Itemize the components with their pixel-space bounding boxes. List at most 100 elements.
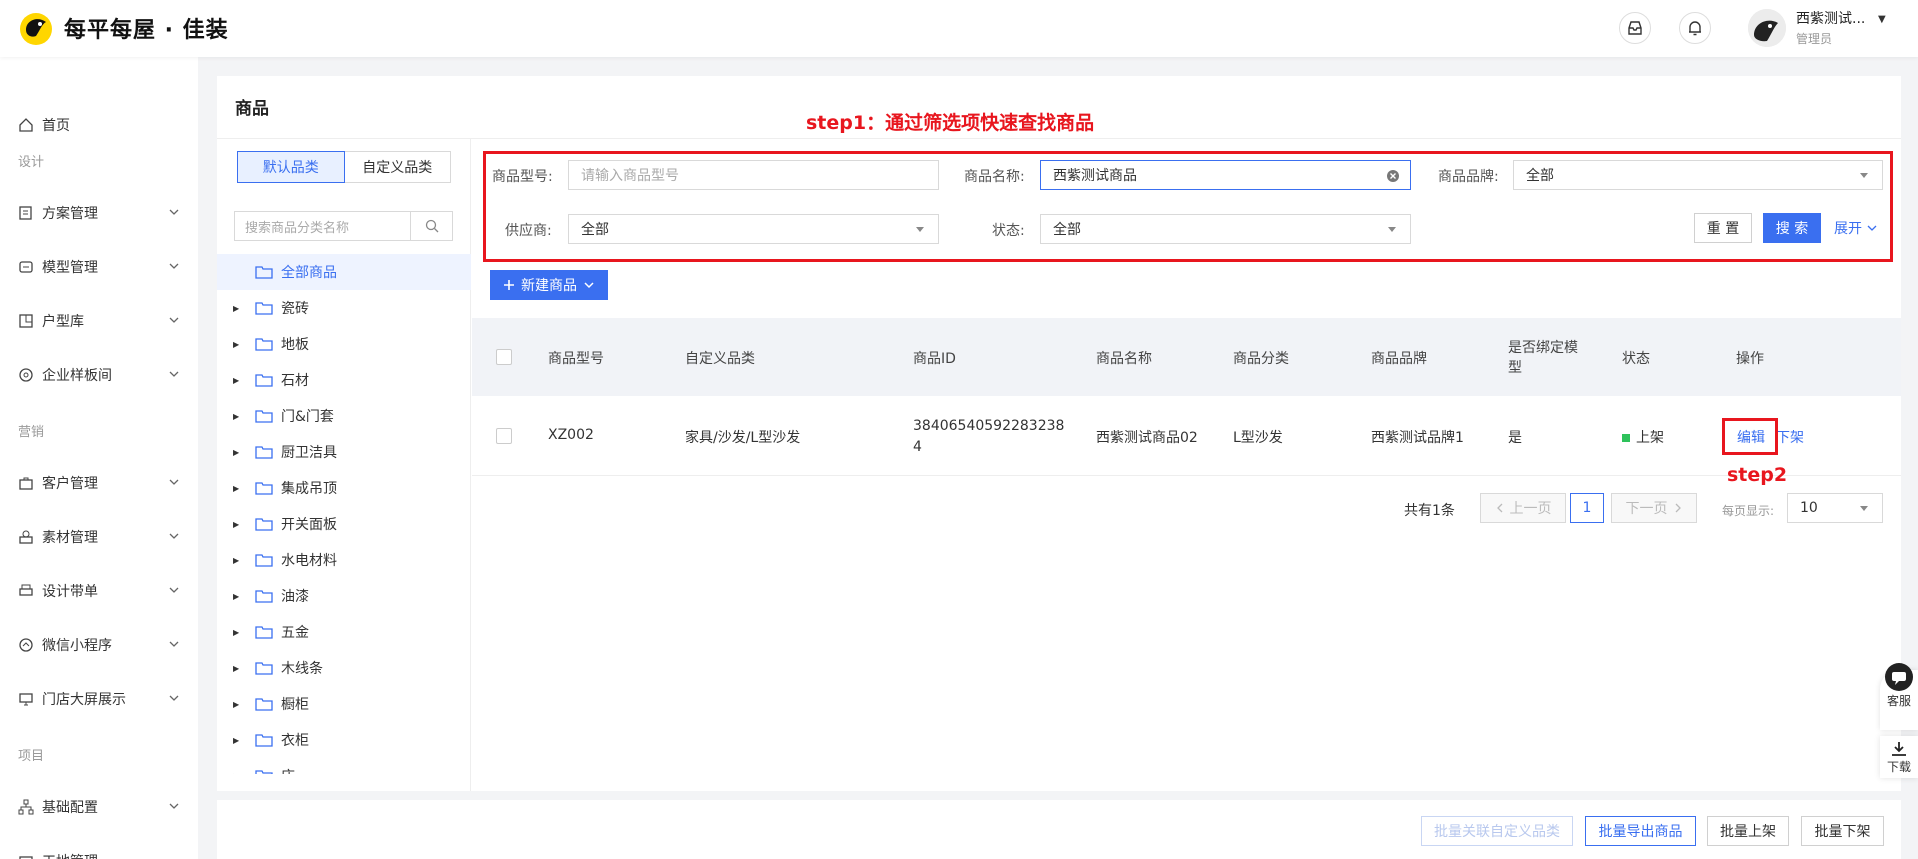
sidebar-item-plans[interactable]: 方案管理 — [0, 193, 198, 233]
caret-right-icon[interactable]: ▶ — [233, 304, 245, 313]
category-search-input[interactable]: 搜索商品分类名称 — [235, 212, 410, 240]
tree-item[interactable]: ▶ 五金 — [217, 614, 471, 650]
section-label-marketing: 营销 — [18, 425, 45, 440]
folder-icon — [255, 266, 273, 279]
folder-icon — [255, 734, 273, 747]
bottom-action-bar: 批量关联自定义品类 批量导出商品 批量上架 批量下架 — [217, 800, 1901, 859]
sidebar-item-floorplans[interactable]: 户型库 — [0, 301, 198, 341]
brand-select-value: 全部 — [1526, 168, 1554, 184]
cell-product-category: L型沙发 — [1233, 430, 1283, 446]
caret-right-icon[interactable]: ▶ — [233, 376, 245, 385]
sidebar-item-materials[interactable]: 素材管理 — [0, 517, 198, 557]
folder-icon — [255, 410, 273, 423]
tree-item[interactable]: ▶ 集成吊顶 — [217, 470, 471, 506]
select-all-checkbox[interactable] — [496, 349, 512, 365]
next-page-button[interactable]: 下一页 — [1611, 493, 1697, 523]
site-icon — [19, 856, 33, 859]
sidebar-item-basic-config[interactable]: 基础配置 — [0, 787, 198, 827]
brand-logo[interactable]: 每平每屋 · 佳装 — [16, 8, 229, 48]
caret-right-icon[interactable]: ▶ — [233, 520, 245, 529]
inbox-icon[interactable] — [1619, 12, 1651, 44]
status-select[interactable]: 全部 — [1040, 214, 1411, 244]
status-label: 状态: — [992, 223, 1025, 239]
take-down-link[interactable]: 下架 — [1776, 427, 1804, 447]
model-input[interactable]: 请输入商品型号 — [568, 160, 939, 190]
tree-item[interactable]: ▶ 床 — [217, 758, 471, 774]
caret-right-icon[interactable]: ▶ — [233, 772, 245, 775]
caret-right-icon[interactable]: ▶ — [233, 592, 245, 601]
col-product-category: 商品分类 — [1233, 351, 1289, 367]
new-product-label: 新建商品 — [521, 278, 577, 294]
tree-item[interactable]: ▶ 衣柜 — [217, 722, 471, 758]
batch-link-category-button[interactable]: 批量关联自定义品类 — [1421, 816, 1573, 846]
tree-item[interactable]: ▶ 瓷砖 — [217, 290, 471, 326]
tree-item[interactable]: ▶ 开关面板 — [217, 506, 471, 542]
expand-toggle[interactable]: 展开 — [1834, 218, 1878, 238]
name-label: 商品名称: — [964, 169, 1025, 185]
page-number-current[interactable]: 1 — [1570, 493, 1604, 523]
sidebar-item-showrooms[interactable]: 企业样板间 — [0, 355, 198, 395]
caret-right-icon[interactable]: ▶ — [233, 556, 245, 565]
tree-item[interactable]: ▶ 石材 — [217, 362, 471, 398]
batch-off-shelf-button[interactable]: 批量下架 — [1801, 816, 1884, 846]
caret-right-icon[interactable]: ▶ — [233, 484, 245, 493]
col-actions: 操作 — [1736, 351, 1764, 367]
step2-highlight-box — [1722, 418, 1778, 455]
search-button[interactable] — [410, 212, 452, 240]
page-size-select[interactable]: 10 — [1787, 493, 1883, 523]
caret-down-icon[interactable]: ▼ — [1878, 14, 1886, 25]
chevron-down-icon — [169, 587, 179, 593]
name-input[interactable]: 西紫测试商品 — [1040, 160, 1411, 190]
batch-on-shelf-button[interactable]: 批量上架 — [1707, 816, 1789, 846]
tree-item[interactable]: ▶ 橱柜 — [217, 686, 471, 722]
bell-icon[interactable] — [1679, 12, 1711, 44]
status-dot-icon — [1622, 434, 1630, 442]
folder-icon — [255, 482, 273, 495]
sidebar-item-design-orders[interactable]: 设计带单 — [0, 571, 198, 611]
chevron-down-icon — [169, 209, 179, 215]
prev-page-label: 上一页 — [1509, 501, 1552, 517]
tab-default-category[interactable]: 默认品类 — [237, 151, 345, 183]
model-label: 商品型号: — [492, 169, 553, 185]
sidebar-item-home[interactable]: 首页 — [0, 105, 198, 145]
tree-item[interactable]: ▶ 厨卫洁具 — [217, 434, 471, 470]
tree-item[interactable]: ▶ 水电材料 — [217, 542, 471, 578]
caret-right-icon[interactable]: ▶ — [233, 448, 245, 457]
search-submit-button[interactable]: 搜 索 — [1763, 213, 1821, 243]
caret-right-icon[interactable]: ▶ — [233, 736, 245, 745]
caret-right-icon[interactable]: ▶ — [233, 664, 245, 673]
tree-item-label: 瓷砖 — [281, 301, 309, 317]
chevron-right-icon — [1675, 503, 1681, 513]
new-product-button[interactable]: 新建商品 — [490, 270, 608, 300]
chevron-down-icon — [169, 641, 179, 647]
pagination-total: 共有1条 — [1404, 503, 1455, 519]
reset-button[interactable]: 重 置 — [1694, 213, 1752, 243]
tree-item[interactable]: ▶ 门&门套 — [217, 398, 471, 434]
sidebar-item-models[interactable]: 模型管理 — [0, 247, 198, 287]
row-checkbox[interactable] — [496, 428, 512, 444]
tree-item-label: 五金 — [281, 625, 309, 641]
tree-item[interactable]: ▶ 油漆 — [217, 578, 471, 614]
tab-custom-category[interactable]: 自定义品类 — [345, 152, 451, 182]
sidebar-item-miniprogram[interactable]: 微信小程序 — [0, 625, 198, 665]
caret-right-icon[interactable]: ▶ — [233, 700, 245, 709]
next-page-label: 下一页 — [1625, 501, 1668, 517]
sidebar-item-customers[interactable]: 客户管理 — [0, 463, 198, 503]
caret-right-icon[interactable]: ▶ — [233, 628, 245, 637]
supplier-select[interactable]: 全部 — [568, 214, 939, 244]
tree-item-all[interactable]: 全部商品 — [217, 254, 471, 290]
sidebar-item-store-screen[interactable]: 门店大屏展示 — [0, 679, 198, 719]
brand-select[interactable]: 全部 — [1513, 160, 1883, 190]
download-widget[interactable]: 下载 — [1880, 736, 1918, 778]
user-menu[interactable]: 西紫测试... 管理员 ▼ — [1748, 8, 1886, 47]
sidebar-item-sites[interactable]: 工地管理 — [0, 841, 198, 859]
caret-right-icon[interactable]: ▶ — [233, 412, 245, 421]
clear-icon[interactable] — [1386, 169, 1400, 183]
batch-export-button[interactable]: 批量导出商品 — [1585, 816, 1696, 846]
customer-service-widget[interactable]: 客服 — [1880, 663, 1918, 730]
tree-item[interactable]: ▶ 木线条 — [217, 650, 471, 686]
download-icon — [1892, 742, 1906, 756]
prev-page-button[interactable]: 上一页 — [1480, 493, 1566, 523]
caret-right-icon[interactable]: ▶ — [233, 340, 245, 349]
tree-item[interactable]: ▶ 地板 — [217, 326, 471, 362]
